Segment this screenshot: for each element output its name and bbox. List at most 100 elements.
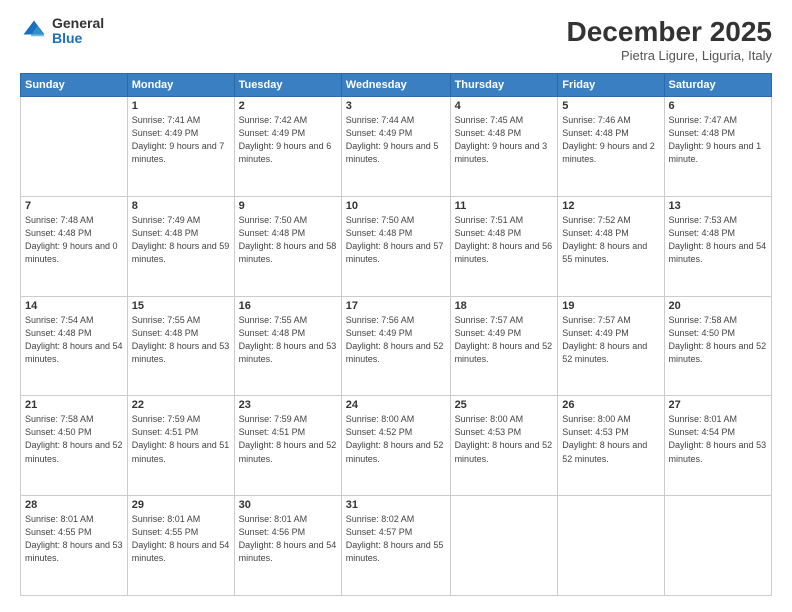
cell-w1-d5: 12Sunrise: 7:52 AM Sunset: 4:48 PM Dayli… (558, 196, 664, 296)
cell-w3-d5: 26 Sunrise: 8:00 AM Sunset: 4:53 PM Dayli… (558, 396, 664, 496)
day-info-w2-d5: Sunrise: 7:57 AM Sunset: 4:49 PM Dayligh… (562, 314, 659, 366)
cell-w3-d4: 25 Sunrise: 8:00 AM Sunset: 4:53 PM Dayli… (450, 396, 558, 496)
day-info-w2-d3: Sunrise: 7:56 AM Sunset: 4:49 PM Dayligh… (346, 314, 446, 366)
col-wednesday: Wednesday (341, 74, 450, 97)
logo: General Blue (20, 16, 104, 47)
location: Pietra Ligure, Liguria, Italy (567, 48, 772, 63)
cell-w0-d4: 4 Sunrise: 7:45 AM Sunset: 4:48 PM Daylig… (450, 97, 558, 197)
day-info-w2-d1: Sunrise: 7:55 AM Sunset: 4:48 PM Dayligh… (132, 314, 230, 366)
day-info-w1-d2: Sunrise: 7:50 AM Sunset: 4:48 PM Dayligh… (239, 214, 337, 266)
cell-w1-d4: 11 Sunrise: 7:51 AM Sunset: 4:48 PM Dayli… (450, 196, 558, 296)
day-number-w0-d6: 6 (669, 100, 767, 112)
day-info-w1-d1: Sunrise: 7:49 AM Sunset: 4:48 PM Dayligh… (132, 214, 230, 266)
day-info-w0-d4: Sunrise: 7:45 AM Sunset: 4:48 PM Dayligh… (455, 114, 554, 166)
day-info-w4-d3: Sunrise: 8:02 AM Sunset: 4:57 PM Dayligh… (346, 513, 446, 565)
title-block: December 2025 Pietra Ligure, Liguria, It… (567, 16, 772, 63)
day-info-w4-d2: Sunrise: 8:01 AM Sunset: 4:56 PM Dayligh… (239, 513, 337, 565)
col-sunday: Sunday (21, 74, 128, 97)
day-number-w0-d3: 3 (346, 100, 446, 112)
logo-text: General Blue (52, 16, 104, 47)
day-info-w4-d1: Sunrise: 8:01 AM Sunset: 4:55 PM Dayligh… (132, 513, 230, 565)
cell-w2-d5: 19 Sunrise: 7:57 AM Sunset: 4:49 PM Dayli… (558, 296, 664, 396)
day-info-w3-d1: Sunrise: 7:59 AM Sunset: 4:51 PM Dayligh… (132, 413, 230, 465)
day-number-w1-d2: 9 (239, 200, 337, 212)
cell-w4-d6 (664, 496, 771, 596)
day-info-w3-d0: Sunrise: 7:58 AM Sunset: 4:50 PM Dayligh… (25, 413, 123, 465)
cell-w1-d6: 13 Sunrise: 7:53 AM Sunset: 4:48 PM Dayli… (664, 196, 771, 296)
cell-w4-d2: 30 Sunrise: 8:01 AM Sunset: 4:56 PM Dayli… (234, 496, 341, 596)
day-number-w4-d2: 30 (239, 499, 337, 511)
day-number-w0-d4: 4 (455, 100, 554, 112)
day-number-w2-d0: 14 (25, 300, 123, 312)
day-number-w2-d3: 17 (346, 300, 446, 312)
day-info-w1-d4: Sunrise: 7:51 AM Sunset: 4:48 PM Dayligh… (455, 214, 554, 266)
day-info-w2-d6: Sunrise: 7:58 AM Sunset: 4:50 PM Dayligh… (669, 314, 767, 366)
day-number-w2-d4: 18 (455, 300, 554, 312)
day-info-w3-d4: Sunrise: 8:00 AM Sunset: 4:53 PM Dayligh… (455, 413, 554, 465)
day-info-w0-d6: Sunrise: 7:47 AM Sunset: 4:48 PM Dayligh… (669, 114, 767, 166)
logo-icon (20, 17, 48, 45)
cell-w1-d2: 9 Sunrise: 7:50 AM Sunset: 4:48 PM Daylig… (234, 196, 341, 296)
day-info-w1-d0: Sunrise: 7:48 AM Sunset: 4:48 PM Dayligh… (25, 214, 123, 266)
day-number-w1-d1: 8 (132, 200, 230, 212)
cell-w4-d0: 28Sunrise: 8:01 AM Sunset: 4:55 PM Dayli… (21, 496, 128, 596)
cell-w4-d5 (558, 496, 664, 596)
cell-w1-d1: 8 Sunrise: 7:49 AM Sunset: 4:48 PM Daylig… (127, 196, 234, 296)
day-info-w3-d3: Sunrise: 8:00 AM Sunset: 4:52 PM Dayligh… (346, 413, 446, 465)
day-info-w3-d5: Sunrise: 8:00 AM Sunset: 4:53 PM Dayligh… (562, 413, 659, 465)
week-row-2: 14 Sunrise: 7:54 AM Sunset: 4:48 PM Dayli… (21, 296, 772, 396)
cell-w2-d2: 16Sunrise: 7:55 AM Sunset: 4:48 PM Dayli… (234, 296, 341, 396)
day-info-w0-d2: Sunrise: 7:42 AM Sunset: 4:49 PM Dayligh… (239, 114, 337, 166)
cell-w4-d4 (450, 496, 558, 596)
cell-w4-d1: 29Sunrise: 8:01 AM Sunset: 4:55 PM Dayli… (127, 496, 234, 596)
day-number-w3-d2: 23 (239, 399, 337, 411)
day-info-w0-d3: Sunrise: 7:44 AM Sunset: 4:49 PM Dayligh… (346, 114, 446, 166)
week-row-3: 21Sunrise: 7:58 AM Sunset: 4:50 PM Dayli… (21, 396, 772, 496)
cell-w2-d6: 20Sunrise: 7:58 AM Sunset: 4:50 PM Dayli… (664, 296, 771, 396)
day-number-w0-d1: 1 (132, 100, 230, 112)
calendar-header-row: Sunday Monday Tuesday Wednesday Thursday… (21, 74, 772, 97)
header: General Blue December 2025 Pietra Ligure… (20, 16, 772, 63)
cell-w3-d0: 21Sunrise: 7:58 AM Sunset: 4:50 PM Dayli… (21, 396, 128, 496)
calendar-table: Sunday Monday Tuesday Wednesday Thursday… (20, 73, 772, 596)
cell-w3-d2: 23 Sunrise: 7:59 AM Sunset: 4:51 PM Dayli… (234, 396, 341, 496)
day-number-w1-d6: 13 (669, 200, 767, 212)
cell-w0-d0 (21, 97, 128, 197)
day-number-w4-d3: 31 (346, 499, 446, 511)
col-friday: Friday (558, 74, 664, 97)
day-info-w2-d0: Sunrise: 7:54 AM Sunset: 4:48 PM Dayligh… (25, 314, 123, 366)
day-number-w0-d5: 5 (562, 100, 659, 112)
day-info-w1-d6: Sunrise: 7:53 AM Sunset: 4:48 PM Dayligh… (669, 214, 767, 266)
day-info-w1-d5: Sunrise: 7:52 AM Sunset: 4:48 PM Dayligh… (562, 214, 659, 266)
day-number-w3-d6: 27 (669, 399, 767, 411)
day-info-w3-d2: Sunrise: 7:59 AM Sunset: 4:51 PM Dayligh… (239, 413, 337, 465)
cell-w0-d3: 3 Sunrise: 7:44 AM Sunset: 4:49 PM Daylig… (341, 97, 450, 197)
cell-w0-d6: 6 Sunrise: 7:47 AM Sunset: 4:48 PM Daylig… (664, 97, 771, 197)
day-info-w0-d1: Sunrise: 7:41 AM Sunset: 4:49 PM Dayligh… (132, 114, 230, 166)
day-info-w2-d2: Sunrise: 7:55 AM Sunset: 4:48 PM Dayligh… (239, 314, 337, 366)
cell-w3-d3: 24Sunrise: 8:00 AM Sunset: 4:52 PM Dayli… (341, 396, 450, 496)
day-info-w2-d4: Sunrise: 7:57 AM Sunset: 4:49 PM Dayligh… (455, 314, 554, 366)
cell-w4-d3: 31 Sunrise: 8:02 AM Sunset: 4:57 PM Dayli… (341, 496, 450, 596)
month-title: December 2025 (567, 16, 772, 48)
day-number-w4-d0: 28 (25, 499, 123, 511)
week-row-0: 1 Sunrise: 7:41 AM Sunset: 4:49 PM Daylig… (21, 97, 772, 197)
cell-w2-d4: 18 Sunrise: 7:57 AM Sunset: 4:49 PM Dayli… (450, 296, 558, 396)
day-number-w2-d1: 15 (132, 300, 230, 312)
cell-w0-d1: 1 Sunrise: 7:41 AM Sunset: 4:49 PM Daylig… (127, 97, 234, 197)
day-number-w1-d4: 11 (455, 200, 554, 212)
logo-blue-text: Blue (52, 31, 104, 46)
cell-w1-d3: 10 Sunrise: 7:50 AM Sunset: 4:48 PM Dayli… (341, 196, 450, 296)
col-tuesday: Tuesday (234, 74, 341, 97)
day-number-w3-d4: 25 (455, 399, 554, 411)
day-number-w2-d5: 19 (562, 300, 659, 312)
day-number-w1-d3: 10 (346, 200, 446, 212)
col-saturday: Saturday (664, 74, 771, 97)
day-number-w3-d1: 22 (132, 399, 230, 411)
cell-w1-d0: 7Sunrise: 7:48 AM Sunset: 4:48 PM Daylig… (21, 196, 128, 296)
day-number-w3-d5: 26 (562, 399, 659, 411)
page: General Blue December 2025 Pietra Ligure… (0, 0, 792, 612)
day-info-w1-d3: Sunrise: 7:50 AM Sunset: 4:48 PM Dayligh… (346, 214, 446, 266)
cell-w2-d1: 15 Sunrise: 7:55 AM Sunset: 4:48 PM Dayli… (127, 296, 234, 396)
cell-w0-d2: 2Sunrise: 7:42 AM Sunset: 4:49 PM Daylig… (234, 97, 341, 197)
